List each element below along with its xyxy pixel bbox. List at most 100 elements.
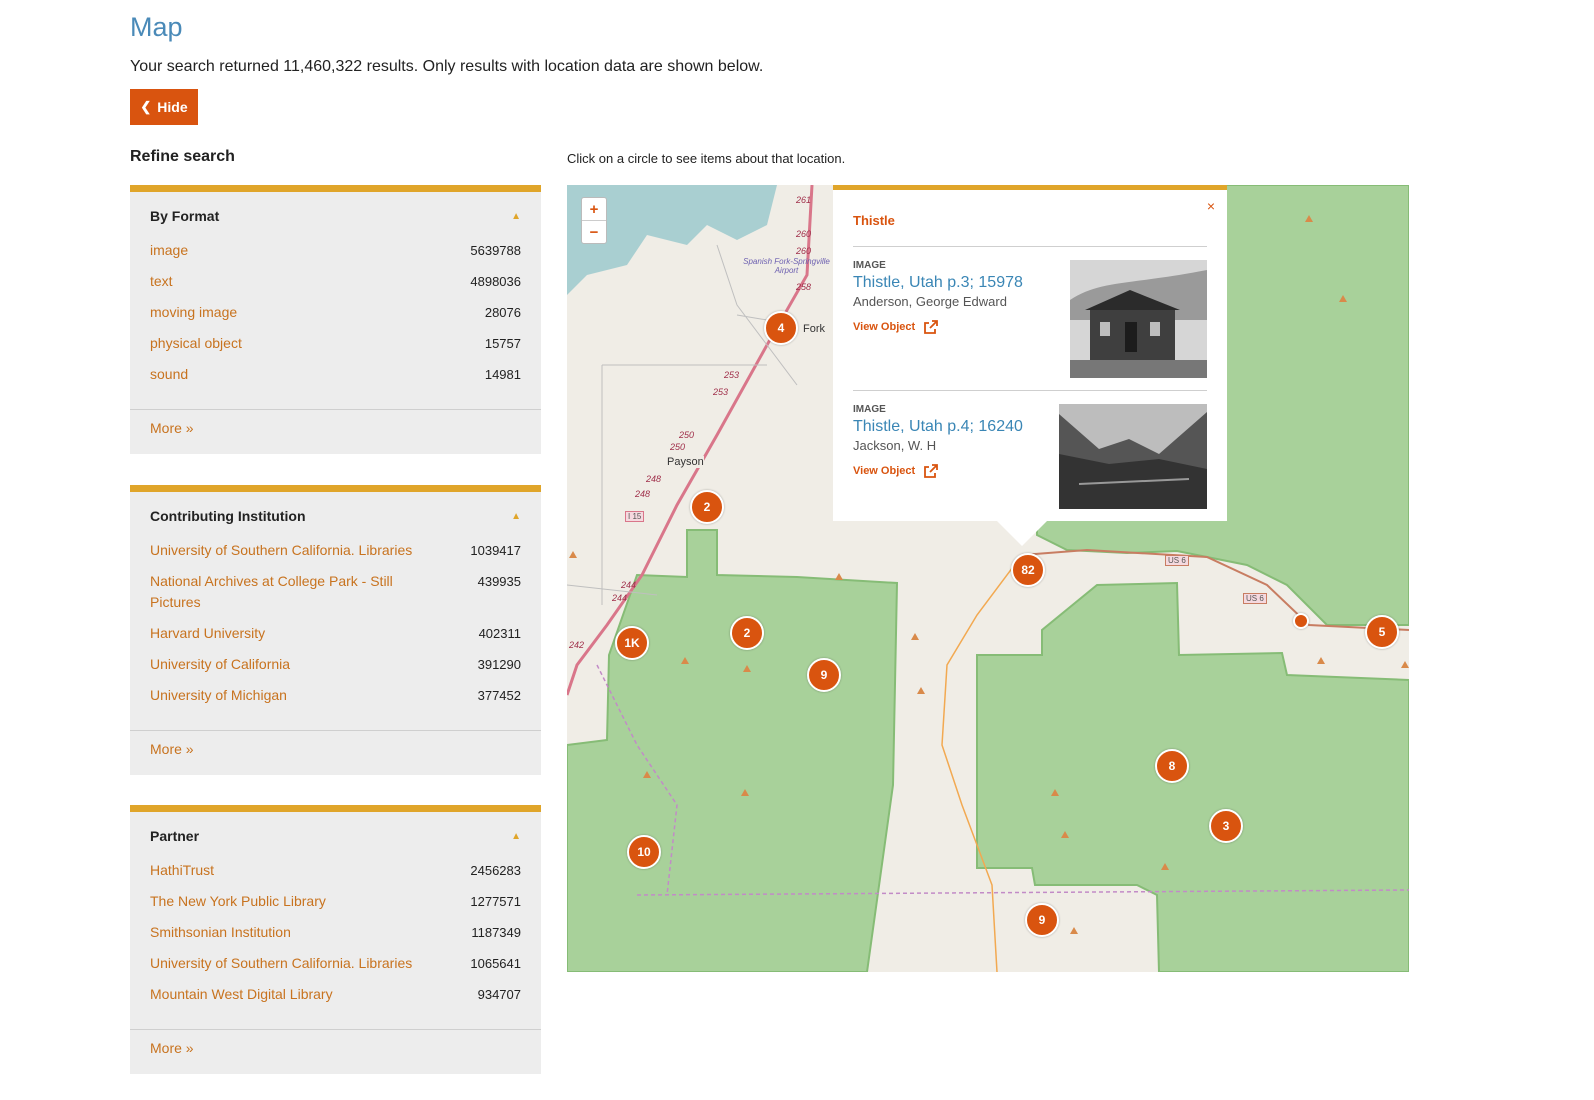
zoom-out-button[interactable]: − — [582, 220, 606, 243]
mile-marker: 258 — [796, 282, 812, 292]
map-label-payson: Payson — [667, 456, 704, 468]
facet-link[interactable]: Smithsonian Institution — [150, 922, 291, 943]
facet-row: Harvard University 402311 — [150, 623, 521, 644]
map-marker[interactable]: 2 — [690, 490, 724, 524]
page-title: Map — [130, 12, 183, 42]
facet-count: 1065641 — [470, 956, 521, 971]
map-marker[interactable]: 3 — [1209, 809, 1243, 843]
chevron-left-icon: ❮ — [140, 99, 152, 114]
facet-partner: Partner ▲ HathiTrust 2456283 The New York… — [130, 805, 541, 1074]
facet-header[interactable]: Partner ▲ — [130, 812, 541, 860]
map-label-us6: US 6 — [1243, 593, 1267, 604]
facet-link[interactable]: HathiTrust — [150, 860, 214, 881]
map-marker[interactable]: 10 — [627, 835, 661, 869]
map-label-i15: I 15 — [625, 511, 645, 522]
mile-marker: 250 — [670, 442, 686, 452]
mile-marker: 248 — [635, 489, 651, 499]
item-thumbnail[interactable] — [1059, 404, 1207, 509]
facet-count: 1187349 — [471, 925, 521, 940]
external-link-icon — [924, 320, 939, 334]
map-marker[interactable]: 9 — [807, 658, 841, 692]
zoom-in-button[interactable]: + — [582, 198, 606, 220]
map-label-spanish-fork: Fork — [803, 323, 825, 335]
facet-link[interactable]: moving image — [150, 302, 237, 323]
map-marker[interactable]: 9 — [1025, 903, 1059, 937]
facet-header[interactable]: Contributing Institution ▲ — [130, 492, 541, 540]
facet-count: 934707 — [477, 987, 521, 1002]
facet-count: 402311 — [478, 626, 521, 641]
map-marker-single[interactable] — [1293, 613, 1309, 629]
facet-link[interactable]: National Archives at College Park - Stil… — [150, 571, 420, 613]
mile-marker: 253 — [713, 387, 729, 397]
facet-row: University of California 391290 — [150, 654, 521, 675]
facet-count: 1039417 — [470, 543, 521, 558]
facet-row: University of Southern California. Libra… — [150, 540, 521, 561]
more-link[interactable]: More » — [130, 409, 541, 454]
facet-link[interactable]: University of California — [150, 654, 290, 675]
popup-result-item: IMAGE Thistle, Utah p.3; 15978 Anderson,… — [853, 260, 1207, 378]
map-hint: Click on a circle to see items about tha… — [567, 151, 846, 166]
facet-row: image 5639788 — [150, 240, 521, 261]
facet-count: 2456283 — [470, 863, 521, 878]
popup-arrow — [996, 520, 1048, 546]
facet-link[interactable]: University of Southern California. Libra… — [150, 953, 412, 974]
facet-link[interactable]: Mountain West Digital Library — [150, 984, 333, 1005]
map-marker[interactable]: 1K — [615, 626, 649, 660]
facet-format: By Format ▲ image 5639788 text 4898036 mov… — [130, 185, 541, 454]
mile-marker: 253 — [724, 370, 740, 380]
facet-link[interactable]: The New York Public Library — [150, 891, 326, 912]
map-label-us6: US 6 — [1165, 555, 1189, 566]
facet-title: By Format — [150, 208, 220, 224]
mile-marker: 250 — [679, 430, 695, 440]
collapse-caret-icon[interactable]: ▲ — [511, 211, 521, 222]
hide-button-label: Hide — [157, 99, 188, 115]
facet-row: University of Southern California. Libra… — [150, 953, 521, 974]
facet-count: 28076 — [484, 305, 521, 320]
item-thumbnail[interactable] — [1070, 260, 1207, 378]
facet-link[interactable]: physical object — [150, 333, 242, 354]
facet-link[interactable]: sound — [150, 364, 188, 385]
external-link-icon — [924, 464, 939, 478]
facet-row: Mountain West Digital Library 934707 — [150, 984, 521, 1005]
mile-marker: 260 — [796, 246, 812, 256]
facet-row: The New York Public Library 1277571 — [150, 891, 521, 912]
close-icon[interactable]: × — [1207, 198, 1215, 214]
location-popup: Thistle × IMAGE Thistle, Utah p.3; 15978… — [833, 185, 1227, 521]
map-marker[interactable]: 4 — [764, 311, 798, 345]
facet-count: 439935 — [477, 574, 521, 589]
facet-title: Contributing Institution — [150, 508, 306, 524]
facet-contributing-institution: Contributing Institution ▲ University of… — [130, 485, 541, 775]
mile-marker: 242 — [569, 640, 585, 650]
facet-link[interactable]: text — [150, 271, 173, 292]
map-marker[interactable]: 82 — [1011, 553, 1045, 587]
facet-count: 5639788 — [470, 243, 521, 258]
facet-link[interactable]: Harvard University — [150, 623, 265, 644]
mile-marker: 244 — [612, 593, 628, 603]
collapse-caret-icon[interactable]: ▲ — [511, 831, 521, 842]
view-object-label: View Object — [853, 321, 916, 333]
facet-link[interactable]: image — [150, 240, 188, 261]
mile-marker: 244 — [621, 580, 637, 590]
mile-marker: 248 — [646, 474, 662, 484]
popup-result-item: IMAGE Thistle, Utah p.4; 16240 Jackson, … — [853, 404, 1207, 509]
facet-row: moving image 28076 — [150, 302, 521, 323]
map-marker[interactable]: 8 — [1155, 749, 1189, 783]
collapse-caret-icon[interactable]: ▲ — [511, 511, 521, 522]
facet-row: physical object 15757 — [150, 333, 521, 354]
results-summary: Your search returned 11,460,322 results.… — [130, 58, 764, 75]
facet-count: 377452 — [477, 688, 521, 703]
facet-link[interactable]: University of Southern California. Libra… — [150, 540, 412, 561]
facet-row: sound 14981 — [150, 364, 521, 385]
facet-row: University of Michigan 377452 — [150, 685, 521, 706]
hide-button[interactable]: ❮ Hide — [130, 89, 198, 125]
map-label-airport: Spanish Fork-Springville Airport — [743, 257, 830, 275]
facet-count: 391290 — [477, 657, 521, 672]
more-link[interactable]: More » — [130, 1029, 541, 1074]
map-marker[interactable]: 5 — [1365, 615, 1399, 649]
popup-title: Thistle — [853, 213, 895, 228]
facet-link[interactable]: University of Michigan — [150, 685, 287, 706]
map-marker[interactable]: 2 — [730, 616, 764, 650]
facet-count: 4898036 — [470, 274, 521, 289]
facet-header[interactable]: By Format ▲ — [130, 192, 541, 240]
more-link[interactable]: More » — [130, 730, 541, 775]
